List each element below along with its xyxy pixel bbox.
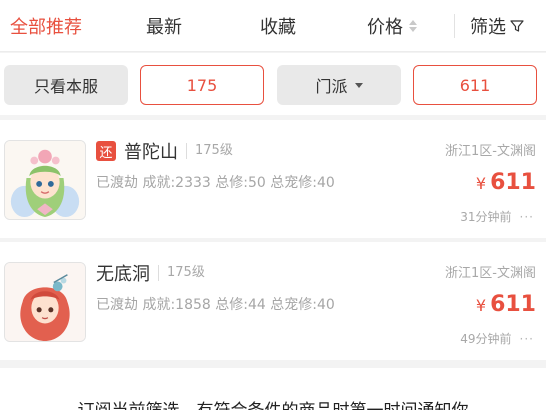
- sort-tab-newest[interactable]: 最新: [146, 0, 182, 52]
- sort-bar: 全部推荐 最新 收藏 价格 筛选: [0, 0, 546, 52]
- only-this-server-chip[interactable]: 只看本服: [4, 65, 128, 105]
- listing-title: 还 普陀山 175级: [96, 138, 233, 164]
- filter-label: 筛选: [470, 17, 506, 38]
- sect-name: 无底洞: [96, 264, 150, 285]
- listing-meta: 31分钟前 ···: [460, 208, 534, 225]
- sect-name: 普陀山: [124, 142, 178, 163]
- character-portrait-icon: [5, 141, 85, 219]
- listing-card[interactable]: 还 普陀山 175级 已渡劫 成就:2333 总修:50 总宠修:40 浙江1区…: [0, 120, 546, 238]
- bargain-tag: 还: [96, 141, 116, 161]
- caret-down-icon: [354, 82, 363, 88]
- listing-price: ¥611: [476, 170, 536, 195]
- more-options-icon[interactable]: ···: [520, 332, 534, 346]
- listing-stats: 已渡劫 成就:2333 总修:50 总宠修:40: [96, 175, 335, 191]
- divider: [454, 14, 455, 38]
- sort-tab-favorites[interactable]: 收藏: [260, 0, 296, 52]
- listing-price: ¥611: [476, 292, 536, 317]
- price-chip[interactable]: 611: [413, 65, 537, 105]
- listing-meta: 49分钟前 ···: [460, 330, 534, 347]
- currency-symbol: ¥: [475, 296, 487, 315]
- chip-label: 只看本服: [33, 77, 98, 96]
- server-name: 浙江1区-文渊阁: [445, 144, 536, 159]
- level-label: 175级: [186, 143, 233, 159]
- chip-label: 门派: [315, 77, 348, 96]
- sort-tab-label: 全部推荐: [10, 17, 82, 38]
- sort-tab-all-recommended[interactable]: 全部推荐: [10, 0, 82, 52]
- character-avatar: [4, 140, 86, 220]
- sort-tab-label: 最新: [146, 17, 182, 38]
- subscribe-notice-text: 订阅当前筛选，有符合条件的商品时第一时间通知你: [0, 396, 546, 410]
- listing-card[interactable]: 无底洞 175级 已渡劫 成就:1858 总修:44 总宠修:40 浙江1区-文…: [0, 242, 546, 360]
- price-value: 611: [490, 170, 536, 195]
- sect-dropdown[interactable]: 门派: [277, 65, 401, 105]
- sort-tab-label: 收藏: [260, 17, 296, 38]
- character-portrait-icon: [5, 263, 85, 341]
- character-avatar: [4, 262, 86, 342]
- listing-title: 无底洞 175级: [96, 260, 205, 286]
- chip-label: 175: [186, 75, 218, 95]
- funnel-icon: [510, 20, 524, 32]
- subscribe-notice[interactable]: 订阅当前筛选，有符合条件的商品时第一时间通知你: [0, 368, 546, 410]
- sort-tab-label: 价格: [367, 17, 403, 38]
- filter-chips: 只看本服 175 门派 611: [0, 53, 546, 115]
- price-value: 611: [490, 292, 536, 317]
- server-name: 浙江1区-文渊阁: [445, 266, 536, 281]
- sort-tab-price[interactable]: 价格: [367, 0, 417, 52]
- more-options-icon[interactable]: ···: [520, 210, 534, 224]
- listed-time: 49分钟前: [460, 332, 512, 346]
- level-label: 175级: [158, 265, 205, 281]
- listed-time: 31分钟前: [460, 210, 512, 224]
- listing-stats: 已渡劫 成就:1858 总修:44 总宠修:40: [96, 297, 335, 313]
- filter-button[interactable]: 筛选: [470, 0, 524, 52]
- chip-label: 611: [459, 75, 491, 95]
- sort-order-icon: [409, 19, 417, 33]
- currency-symbol: ¥: [475, 174, 487, 193]
- level-chip[interactable]: 175: [140, 65, 264, 105]
